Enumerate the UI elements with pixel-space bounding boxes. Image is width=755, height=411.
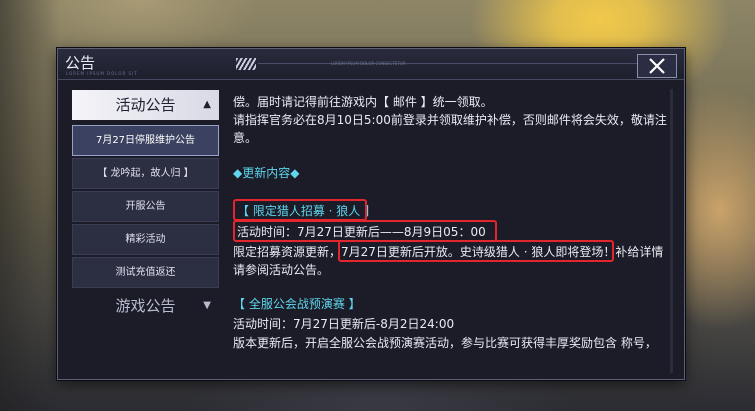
dialog-title: 公告 — [65, 54, 96, 72]
category-label: 游戏公告 — [115, 297, 176, 315]
content-text: 限定招募资源更新， — [233, 245, 342, 259]
hatch-decoration — [236, 58, 256, 70]
sidebar-item-events[interactable]: 精彩活动 — [72, 224, 219, 255]
sidebar-item-maintenance[interactable]: 7月27日停服维护公告 — [72, 125, 219, 156]
header-deco-text: LOREM IPSUM DOLOR SIT — [66, 71, 138, 76]
sidebar-item-label: 测试充值返还 — [115, 267, 176, 278]
chevron-down-icon: ▼ — [203, 300, 211, 311]
content-line: 偿。届时请记得前往游戏内【 邮件 】统一领取。 — [233, 95, 493, 109]
sidebar-item-label: 开服公告 — [125, 201, 166, 212]
chevron-up-icon: ▲ — [203, 99, 211, 110]
dialog-header: 公告 LOREM IPSUM DOLOR SIT LOREM IPSUM DOL… — [58, 49, 684, 80]
header-divider — [258, 63, 638, 64]
content-scrollbar[interactable] — [670, 89, 673, 373]
announcement-content: 偿。届时请记得前往游戏内【 邮件 】统一领取。 请指挥官务必在8月10日5:00… — [233, 93, 673, 383]
header-deco-text-2: LOREM IPSUM DOLOR CONSECTETUR — [331, 61, 406, 66]
sidebar-item-dragon-event[interactable]: 【 龙吟起，故人归 】 — [72, 158, 219, 189]
sidebar-item-recharge-refund[interactable]: 测试充值返还 — [72, 257, 219, 288]
announcement-sidebar: 活动公告 ▲ 7月27日停服维护公告 【 龙吟起，故人归 】 开服公告 精彩活动… — [72, 89, 219, 359]
content-line: 请指挥官务必在8月10日5:00前登录并领取维护补偿，否则邮件将会失效，敬请注 — [233, 113, 667, 127]
update-section-header: ◆更新内容◆ — [233, 166, 300, 180]
sidebar-item-server-open[interactable]: 开服公告 — [72, 191, 219, 222]
highlight-box — [233, 220, 497, 242]
close-button[interactable] — [637, 54, 677, 78]
category-activity-announcements[interactable]: 活动公告 ▲ — [72, 90, 219, 120]
category-game-announcements[interactable]: 游戏公告 ▼ — [72, 291, 219, 321]
section-title: 【 全服公会战预演赛 】 — [233, 297, 361, 311]
content-line: 意。 — [233, 131, 258, 145]
highlight-box — [338, 240, 614, 262]
sidebar-item-label: 精彩活动 — [125, 234, 166, 245]
category-label: 活动公告 — [115, 96, 176, 114]
event-time: 活动时间：7月27日更新后-8月2日24:00 — [233, 317, 455, 331]
highlight-box — [233, 199, 367, 221]
sidebar-item-label: 7月27日停服维护公告 — [95, 135, 196, 146]
close-icon — [649, 58, 665, 74]
content-line: 请参阅活动公告。 — [233, 263, 330, 277]
sidebar-item-label: 【 龙吟起，故人归 】 — [97, 168, 194, 179]
content-line: 版本更新后，开启全服公会战预演赛活动，参与比赛可获得丰厚奖励包含 称号， — [233, 336, 657, 350]
announcement-dialog: 公告 LOREM IPSUM DOLOR SIT LOREM IPSUM DOL… — [57, 48, 685, 380]
content-text: 补给详情 — [615, 245, 664, 259]
